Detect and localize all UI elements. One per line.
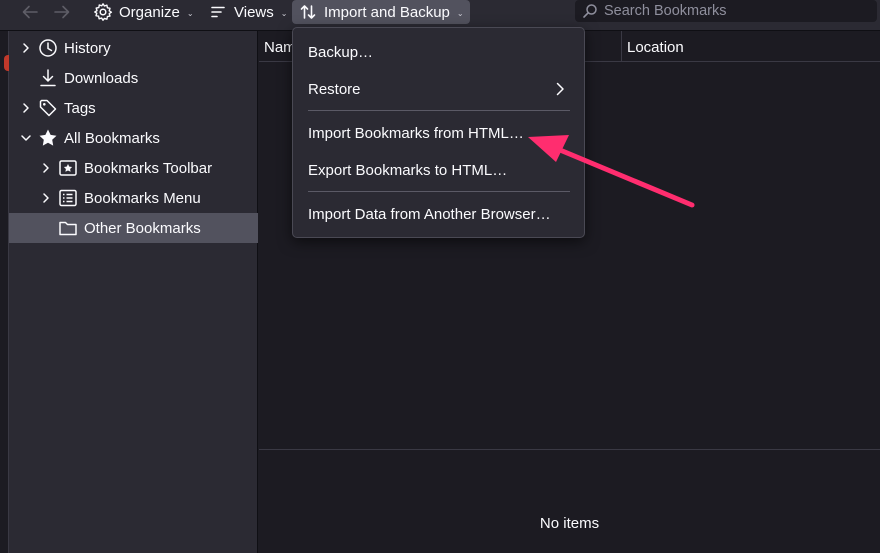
menu-item-label: Restore [308,80,361,98]
chevron-down-icon[interactable] [20,132,32,144]
import-backup-label: Import and Backup [324,3,450,21]
sidebar: History Downloads Tags All Bookmarks Boo… [9,31,258,553]
menu-item-export-html[interactable]: Export Bookmarks to HTML… [293,154,584,186]
column-divider[interactable] [621,31,622,62]
organize-button[interactable]: Organize ⌄ [87,0,200,24]
chevron-down-icon: ⌄ [186,9,194,18]
organize-label: Organize [119,3,180,21]
chevron-right-icon[interactable] [20,102,32,114]
list-icon [211,6,225,18]
download-icon [38,68,58,88]
chevron-right-icon[interactable] [40,192,52,204]
search-placeholder: Search Bookmarks [604,3,727,19]
sidebar-item-tags[interactable]: Tags [9,93,258,123]
bookmarks-toolbar-icon [58,158,78,178]
sidebar-item-label: History [64,39,111,57]
back-button[interactable] [20,0,42,24]
details-pane: No items [259,449,880,553]
sidebar-item-label: Bookmarks Menu [84,189,201,207]
sidebar-item-label: All Bookmarks [64,129,160,147]
menu-item-label: Import Bookmarks from HTML… [308,124,524,142]
import-backup-button[interactable]: Import and Backup ⌄ [292,0,470,24]
sidebar-item-label: Tags [64,99,96,117]
arrow-right-icon [54,5,70,19]
views-button[interactable]: Views ⌄ [202,0,293,24]
chevron-down-icon: ⌄ [280,9,288,18]
chevron-down-icon: ⌄ [456,9,464,18]
empty-state-text: No items [539,515,600,532]
menu-item-import-html[interactable]: Import Bookmarks from HTML… [293,117,584,149]
sidebar-item-downloads[interactable]: Downloads [9,63,258,93]
sidebar-item-label: Downloads [64,69,139,87]
chevron-right-icon [554,82,566,100]
chevron-right-icon[interactable] [40,162,52,174]
star-icon [38,128,58,148]
menu-separator [308,110,570,111]
menu-item-label: Export Bookmarks to HTML… [308,161,508,179]
bookmarks-menu-icon [58,188,78,208]
window-edge [0,31,9,553]
forward-button[interactable] [52,0,74,24]
clock-icon [38,38,58,58]
sidebar-item-label: Bookmarks Toolbar [84,159,213,177]
import-backup-menu: Backup… Restore Import Bookmarks from HT… [292,27,585,238]
menu-item-backup[interactable]: Backup… [293,36,584,68]
folder-icon [58,218,78,238]
menu-separator [308,191,570,192]
views-label: Views [234,3,274,21]
chevron-right-icon[interactable] [20,42,32,54]
menu-item-label: Backup… [308,43,374,61]
sidebar-item-other-bookmarks[interactable]: Other Bookmarks [9,213,258,243]
sidebar-item-history[interactable]: History [9,33,258,63]
search-input[interactable]: Search Bookmarks [575,0,877,22]
menu-item-label: Import Data from Another Browser… [308,205,551,223]
arrow-left-icon [22,5,38,19]
sidebar-item-label: Other Bookmarks [84,219,201,237]
sidebar-item-bookmarks-toolbar[interactable]: Bookmarks Toolbar [9,153,258,183]
tag-icon [38,98,58,118]
menu-item-import-browser[interactable]: Import Data from Another Browser… [293,198,584,230]
sidebar-item-all-bookmarks[interactable]: All Bookmarks [9,123,258,153]
import-export-icon [300,5,316,19]
search-icon [583,4,597,18]
menu-item-restore[interactable]: Restore [293,73,584,105]
sidebar-item-bookmarks-menu[interactable]: Bookmarks Menu [9,183,258,213]
gear-icon [94,3,113,21]
column-header-location[interactable]: Location [627,39,684,56]
